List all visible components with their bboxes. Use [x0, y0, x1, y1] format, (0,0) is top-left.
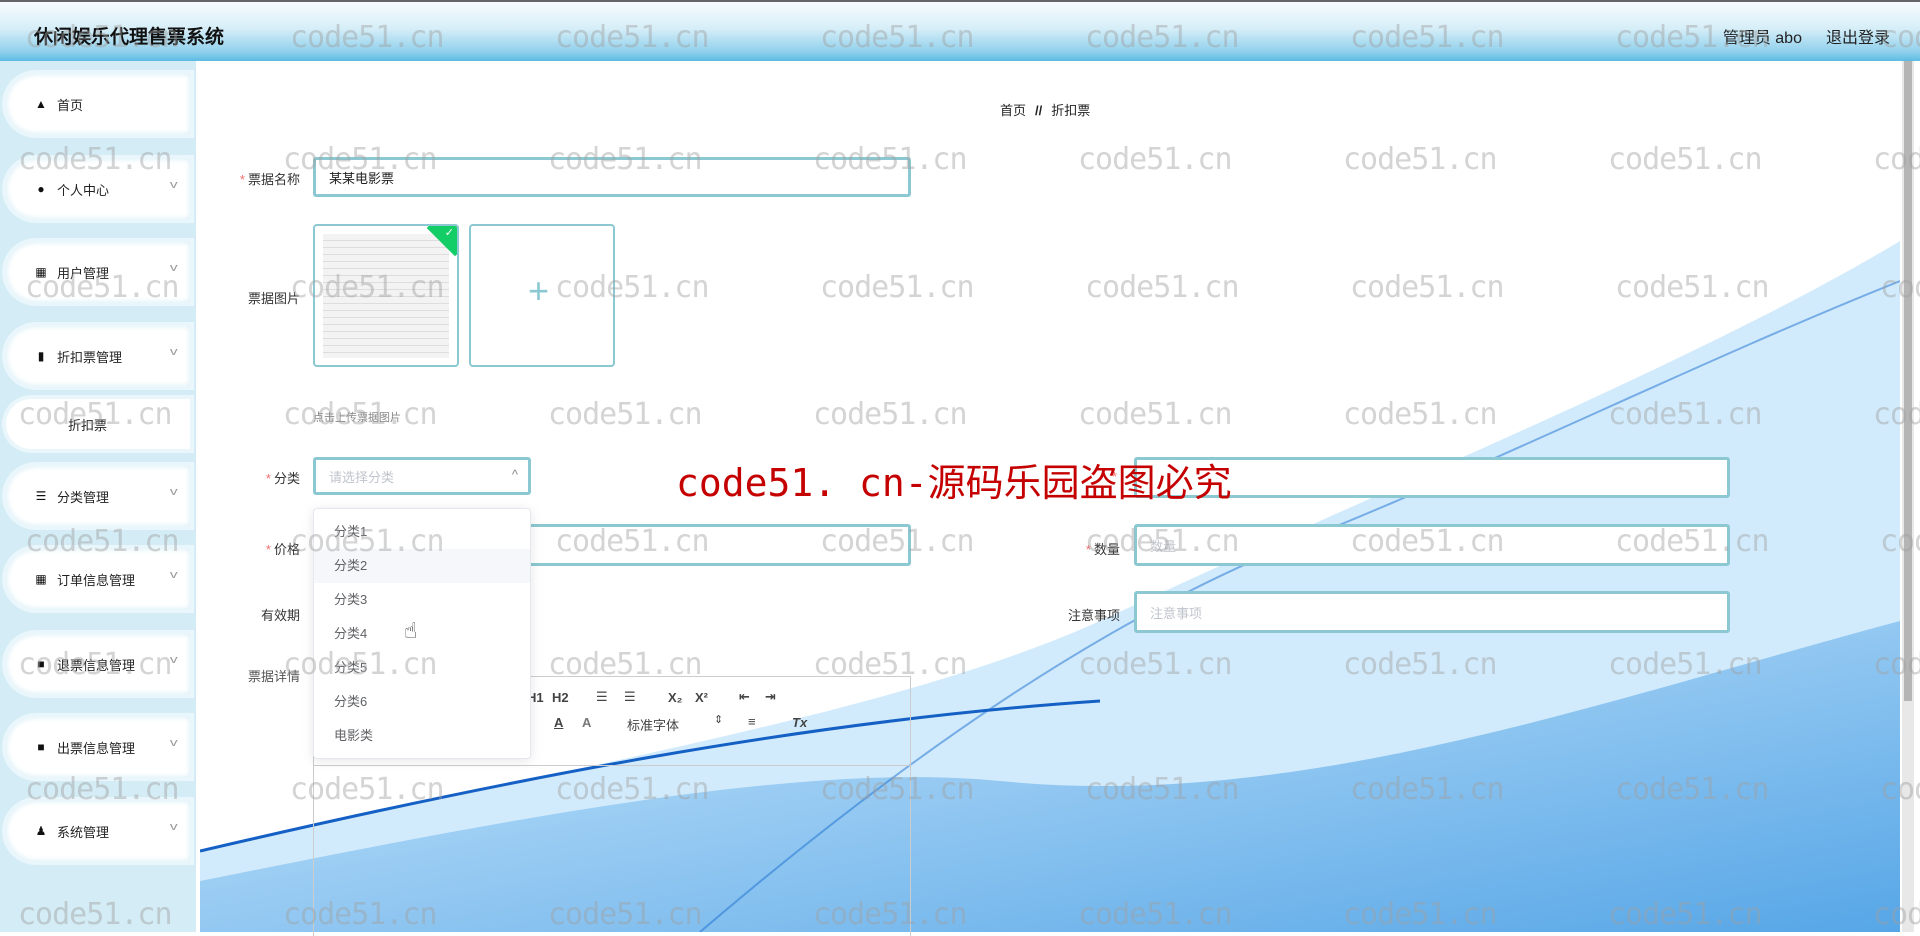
printer-icon: ■	[37, 740, 45, 754]
dropdown-option[interactable]: 分类3	[314, 583, 530, 617]
current-user: 管理员 abo	[1722, 30, 1802, 47]
notes-label: 注意事项	[1067, 608, 1120, 623]
dropdown-option[interactable]: 分类1	[314, 515, 530, 549]
name-input[interactable]: 某某电影票	[313, 157, 911, 197]
ticket-image-thumbnail	[323, 234, 449, 358]
font-family-select[interactable]: 标准字体	[627, 715, 679, 734]
dropdown-option[interactable]: 分类4	[314, 617, 530, 651]
chevron-down-icon: v	[169, 486, 178, 498]
background-color-icon[interactable]: A	[582, 715, 591, 730]
sidebar-item-label: 个人中心	[57, 182, 110, 198]
sidebar-item-users[interactable]: ▦ 用户管理 v	[6, 242, 190, 302]
sidebar-item-system[interactable]: ♟ 系统管理 v	[6, 801, 190, 861]
detail-label: 票据详情	[247, 669, 300, 684]
plus-icon: +	[528, 270, 550, 311]
home-icon: ▲	[35, 97, 47, 111]
sidebar-item-label: 折扣票管理	[57, 349, 123, 365]
name-label: * 票据名称	[239, 172, 300, 187]
upload-button[interactable]: +	[469, 224, 615, 367]
clear-format-icon[interactable]: Tx	[792, 715, 807, 730]
chevron-down-icon: v	[169, 262, 178, 274]
header: 休闲娱乐代理售票系统 管理员 abo 退出登录	[0, 0, 1920, 61]
select-arrows-icon: ⇕	[714, 714, 724, 726]
check-icon: ✓	[444, 227, 454, 239]
image-label: 票据图片	[247, 291, 300, 306]
sidebar-item-orders[interactable]: ▦ 订单信息管理 v	[6, 549, 190, 609]
price-label: * 价格	[265, 542, 300, 557]
scrollbar[interactable]	[1902, 61, 1914, 932]
monitor-icon: ■	[37, 657, 45, 671]
breadcrumb-current: 折扣票	[1051, 103, 1091, 118]
sidebar-item-label: 出票信息管理	[57, 740, 136, 756]
validity-label: 有效期	[260, 608, 300, 623]
superscript-button[interactable]: X²	[695, 690, 708, 705]
h2-button[interactable]: H2	[552, 690, 569, 705]
quantity-label: * 数量	[1085, 542, 1120, 557]
ordered-list-icon[interactable]: ☰	[596, 689, 608, 705]
breadcrumb-home[interactable]: 首页	[1000, 103, 1026, 118]
category-label: * 分类	[265, 471, 300, 486]
grid-icon: ▦	[35, 572, 47, 586]
sidebar-item-discount-mgmt[interactable]: ▮ 折扣票管理 v	[6, 326, 190, 386]
breadcrumb-separator: //	[1035, 103, 1043, 118]
grid-icon: ▦	[35, 265, 47, 279]
chevron-up-icon: ^	[511, 467, 518, 482]
admin-icon: ♟	[35, 824, 47, 838]
app-title: 休闲娱乐代理售票系统	[34, 27, 225, 48]
sidebar-item-category[interactable]: ☰ 分类管理 v	[6, 466, 190, 526]
dropdown-option[interactable]: 分类5	[314, 651, 530, 685]
sidebar: ▲ 首页 ● 个人中心 v ▦ 用户管理 v ▮ 折扣票管理 v 折扣票 ☰ 分类管理 v ▦ 订单…	[0, 61, 196, 932]
book-icon: ▮	[37, 349, 45, 363]
copyright-banner: code51. cn-源码乐园盗图必究	[676, 461, 1232, 505]
list-icon: ☰	[35, 489, 47, 503]
sidebar-item-issued[interactable]: ■ 出票信息管理 v	[6, 717, 190, 777]
sidebar-item-profile[interactable]: ● 个人中心 v	[6, 159, 190, 219]
sidebar-item-label: 订单信息管理	[57, 572, 136, 588]
subscript-button[interactable]: X₂	[668, 690, 682, 705]
user-icon: ●	[37, 182, 45, 196]
sidebar-item-label: 折扣票	[68, 417, 108, 433]
chevron-down-icon: v	[169, 737, 178, 749]
align-icon[interactable]: ≡	[748, 714, 756, 729]
logout-link[interactable]: 退出登录	[1826, 24, 1890, 48]
sidebar-item-label: 退票信息管理	[57, 657, 136, 673]
sidebar-item-home[interactable]: ▲ 首页	[6, 74, 190, 134]
chevron-down-icon: v	[169, 179, 178, 191]
outdent-icon[interactable]: ⇤	[739, 689, 750, 705]
sidebar-item-refunds[interactable]: ■ 退票信息管理 v	[6, 634, 190, 694]
dropdown-option[interactable]: 电影类	[314, 719, 530, 753]
breadcrumb: 首页 // 折扣票	[1000, 100, 1090, 119]
chevron-down-icon: v	[169, 569, 178, 581]
dropdown-option[interactable]: 分类6	[314, 685, 530, 719]
font-color-icon[interactable]: A	[554, 715, 563, 730]
scrollbar-thumb[interactable]	[1904, 61, 1912, 701]
chevron-down-icon: v	[169, 654, 178, 666]
sidebar-item-label: 用户管理	[57, 265, 110, 281]
sidebar-item-label: 分类管理	[57, 489, 110, 505]
chevron-down-icon: v	[169, 346, 178, 358]
bullet-list-icon[interactable]: ☰	[624, 689, 636, 705]
category-dropdown: 分类1 分类2 分类3 分类4 分类5 分类6 电影类	[313, 508, 531, 759]
uploaded-image[interactable]: ✓	[313, 224, 459, 367]
category-select[interactable]: 请选择分类 ^	[313, 457, 531, 495]
notes-input[interactable]: 注意事项	[1134, 591, 1730, 633]
sidebar-subitem-discount[interactable]: 折扣票	[6, 399, 190, 449]
chevron-down-icon: v	[169, 821, 178, 833]
sidebar-item-label: 系统管理	[57, 824, 110, 840]
dropdown-option[interactable]: 分类2	[314, 549, 530, 583]
hand-cursor-icon: ☝	[404, 618, 418, 643]
quantity-input[interactable]: 数量	[1134, 524, 1730, 566]
indent-icon[interactable]: ⇥	[765, 689, 776, 705]
sidebar-item-label: 首页	[57, 97, 84, 113]
upload-hint: 点击上传票据图片	[313, 412, 401, 424]
